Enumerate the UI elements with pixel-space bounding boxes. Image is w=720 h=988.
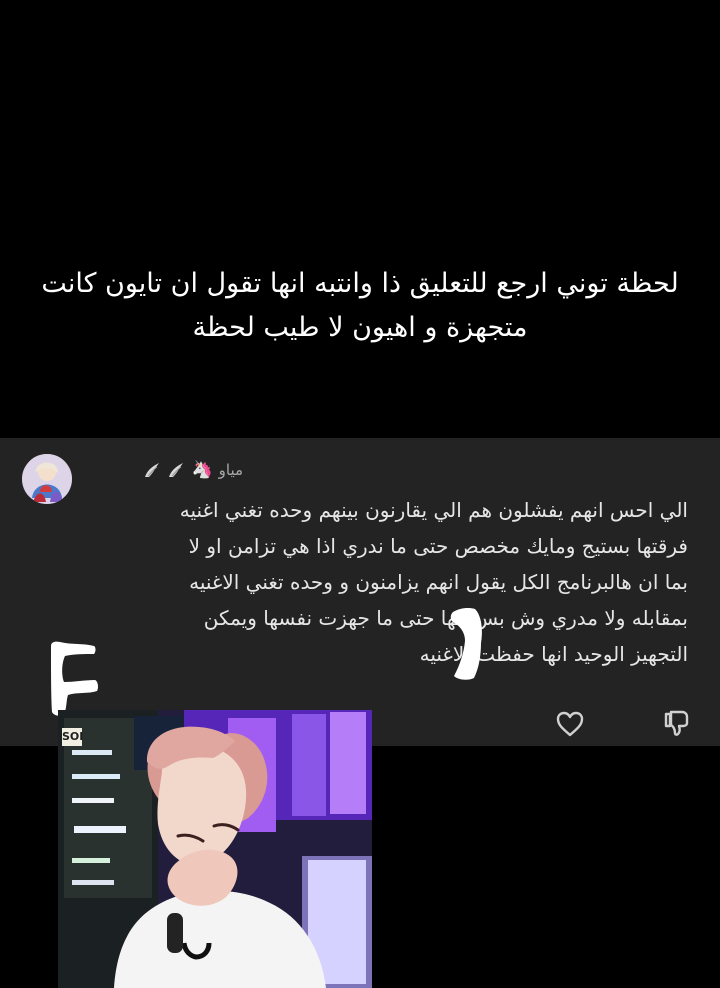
comment-line: التجهيز الوحيد انها حفظت الاغنيه [419, 642, 688, 666]
heart-icon[interactable] [555, 710, 585, 738]
comment-text: الي احس انهم يفشلون هم الي يقارنون بينهم… [68, 492, 688, 672]
reaction-image [58, 710, 372, 988]
comment-header: مياو 🦄 [98, 458, 243, 482]
comment-line: بما ان هالبرنامج الكل يقول انهم يزامنون … [189, 570, 688, 594]
reaction-photo: SOI [58, 710, 372, 988]
avatar-image [22, 454, 72, 504]
opening-quote-mark [51, 641, 99, 716]
username[interactable]: مياو [219, 461, 243, 479]
wing-icon [169, 463, 184, 477]
unicorn-icon: 🦄 [191, 459, 213, 480]
avatar[interactable] [22, 454, 72, 504]
photo-corner-label: SOI [62, 728, 83, 746]
thumbs-down-icon[interactable] [662, 708, 692, 738]
wing-icon [145, 463, 160, 477]
comment-line: فرقتها بستيج ومايك مخصص حتى ما ندري اذا … [188, 534, 688, 558]
comment-line: الي احس انهم يفشلون هم الي يقارنون بينهم… [179, 498, 688, 522]
comment-line: بمقابله ولا مدري وش بس انها حتى ما جهزت … [203, 606, 688, 630]
video-caption: لحظة توني ارجع للتعليق ذا وانتبه انها تق… [41, 268, 679, 343]
closing-quote-mark [450, 608, 482, 680]
